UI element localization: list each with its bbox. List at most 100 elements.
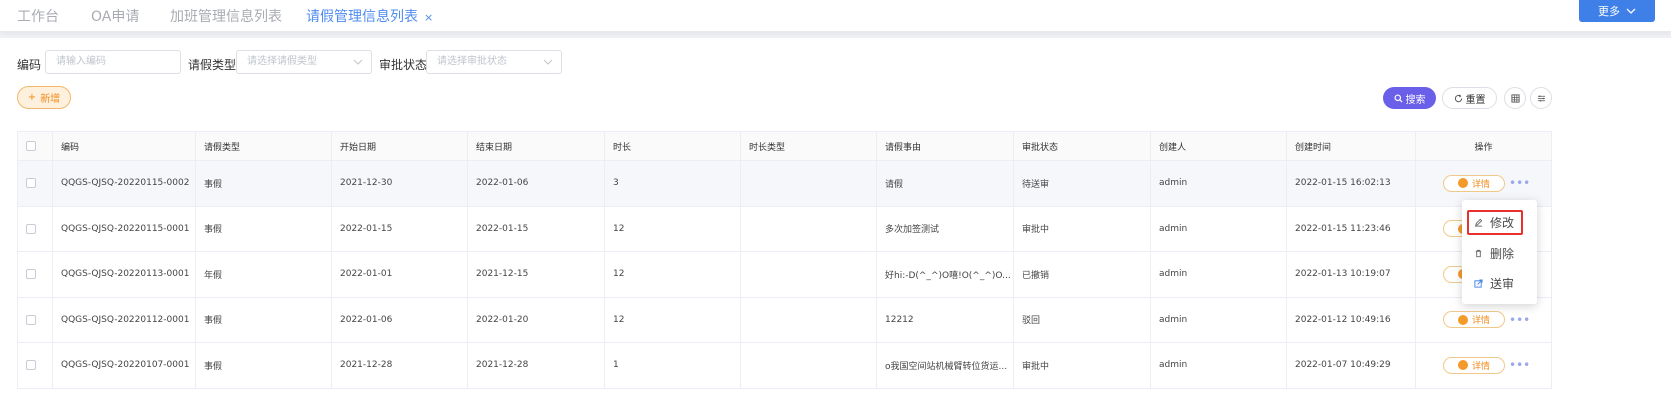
search-label: 搜索 [1405, 94, 1426, 106]
chevron-down-icon [543, 59, 553, 65]
table-row[interactable]: QQGS-QJSQ-20220113-0001 年假 2022-01-01 20… [17, 251, 1552, 298]
search-icon [1393, 93, 1403, 103]
table-row[interactable]: QQGS-QJSQ-20220107-0001 事假 2021-12-28 20… [17, 342, 1552, 389]
tab-leave-label: 请假管理信息列表 [306, 9, 418, 25]
leave-table: 编码 请假类型 开始日期 结束日期 时长 时长类型 请假事由 审批状态 创建人 … [17, 131, 1552, 389]
cell-duration: 12 [604, 205, 741, 252]
detail-button[interactable]: 详情 [1443, 355, 1505, 374]
more-actions-icon[interactable]: ••• [1509, 313, 1530, 327]
table-row[interactable]: QQGS-QJSQ-20220112-0001 事假 2022-01-06 20… [17, 296, 1552, 343]
column-header: 请假事由 [876, 131, 1014, 161]
more-label: 更多 [1598, 5, 1620, 18]
cell-end: 2022-01-06 [467, 160, 605, 207]
column-header: 创建时间 [1286, 131, 1416, 161]
cell-actions: 详情 ••• [1415, 342, 1552, 389]
cell-duration-type [740, 160, 877, 207]
column-settings-button[interactable] [1504, 87, 1526, 109]
chevron-down-icon [1626, 8, 1636, 14]
chevron-down-icon [353, 59, 363, 65]
leave-type-label: 请假类型 [188, 58, 237, 72]
more-button[interactable]: 更多 [1579, 0, 1655, 22]
cell-created: 2022-01-07 10:49:29 [1286, 342, 1416, 389]
row-checkbox[interactable] [26, 223, 36, 234]
delete-menu-item[interactable]: 删除 [1474, 245, 1514, 262]
search-button[interactable]: 搜索 [1383, 87, 1436, 109]
cell-type: 事假 [195, 205, 332, 252]
row-checkbox-cell [17, 342, 53, 389]
detail-button[interactable]: 详情 [1443, 310, 1505, 329]
row-checkbox[interactable] [26, 314, 36, 325]
cell-status: 审批中 [1013, 205, 1151, 252]
tab-close-icon[interactable]: × [424, 11, 433, 24]
tab-leave-list[interactable]: 请假管理信息列表 × [306, 6, 433, 26]
table-row[interactable]: QQGS-QJSQ-20220115-0002 事假 2021-12-30 20… [17, 160, 1552, 207]
cell-created: 2022-01-15 11:23:46 [1286, 205, 1416, 252]
reset-button[interactable]: 重置 [1442, 87, 1497, 109]
tab-overtime-list[interactable]: 加班管理信息列表 [170, 6, 282, 26]
edit-label: 修改 [1490, 216, 1515, 230]
cell-type: 事假 [195, 160, 332, 207]
submit-label: 送审 [1490, 277, 1515, 291]
row-checkbox[interactable] [26, 269, 36, 279]
cell-created: 2022-01-13 10:19:07 [1286, 251, 1416, 298]
cell-code: QQGS-QJSQ-20220107-0001 [52, 342, 196, 389]
tab-oa-apply[interactable]: OA申请 [91, 6, 139, 26]
column-header: 时长 [604, 131, 741, 161]
cell-duration-type [740, 205, 877, 252]
add-button[interactable]: + 新增 [17, 86, 71, 109]
cell-reason: 多次加签测试 [876, 205, 1014, 252]
cell-creator: admin [1150, 296, 1287, 343]
cell-creator: admin [1150, 342, 1287, 389]
cell-creator: admin [1150, 251, 1287, 298]
cell-reason: 好hi:-D(^_^)O嘻!O(^_^)O... [876, 251, 1014, 298]
more-circle-icon [1458, 355, 1468, 371]
approval-status-select[interactable]: 请选择审批状态 [426, 50, 562, 74]
cell-creator: admin [1150, 160, 1287, 207]
edit-icon [1474, 218, 1483, 227]
filter-settings-button[interactable] [1530, 87, 1552, 109]
row-checkbox-cell [17, 205, 53, 252]
cell-duration-type [740, 296, 877, 343]
cell-status: 驳回 [1013, 296, 1151, 343]
cell-start: 2022-01-15 [331, 205, 468, 252]
row-checkbox[interactable] [26, 360, 36, 370]
leave-type-select[interactable]: 请选择请假类型 [236, 50, 372, 74]
cell-code: QQGS-QJSQ-20220112-0001 [52, 296, 196, 343]
submit-menu-item[interactable]: 送审 [1474, 275, 1514, 292]
table-row[interactable]: QQGS-QJSQ-20220115-0001 事假 2022-01-15 20… [17, 205, 1552, 252]
cell-type: 年假 [195, 251, 332, 298]
refresh-icon [1454, 94, 1462, 102]
cell-created: 2022-01-15 16:02:13 [1286, 160, 1416, 207]
more-circle-icon [1458, 173, 1468, 189]
edit-menu-item[interactable]: 修改 [1467, 210, 1524, 235]
more-actions-icon[interactable]: ••• [1509, 176, 1530, 190]
more-actions-icon[interactable]: ••• [1509, 358, 1530, 372]
cell-status: 待送审 [1013, 160, 1151, 207]
column-header: 创建人 [1150, 131, 1287, 161]
cell-created: 2022-01-12 10:49:16 [1286, 296, 1416, 343]
row-checkbox-cell [17, 296, 53, 343]
cell-duration: 12 [604, 296, 741, 343]
select-all-cell [17, 131, 53, 161]
detail-button[interactable]: 详情 [1443, 173, 1505, 192]
code-input[interactable]: 请输入编码 [45, 50, 181, 74]
grid-icon [1510, 93, 1520, 103]
cell-start: 2022-01-06 [331, 296, 468, 343]
select-all-checkbox[interactable] [26, 140, 36, 151]
approval-status-label: 审批状态 [379, 58, 428, 72]
column-header: 操作 [1415, 131, 1552, 161]
row-checkbox[interactable] [26, 178, 36, 188]
cell-end: 2022-01-20 [467, 296, 605, 343]
cell-status: 已撤销 [1013, 251, 1151, 298]
cell-end: 2021-12-28 [467, 342, 605, 389]
cell-start: 2021-12-28 [331, 342, 468, 389]
cell-reason: 请假 [876, 160, 1014, 207]
table-header-row: 编码 请假类型 开始日期 结束日期 时长 时长类型 请假事由 审批状态 创建人 … [17, 131, 1552, 161]
submit-icon [1474, 279, 1483, 288]
tab-workbench[interactable]: 工作台 [17, 6, 59, 26]
cell-end: 2021-12-15 [467, 251, 605, 298]
approval-status-placeholder: 请选择审批状态 [437, 56, 507, 67]
code-label: 编码 [17, 58, 42, 72]
column-header: 时长类型 [740, 131, 877, 161]
cell-code: QQGS-QJSQ-20220113-0001 [52, 251, 196, 298]
